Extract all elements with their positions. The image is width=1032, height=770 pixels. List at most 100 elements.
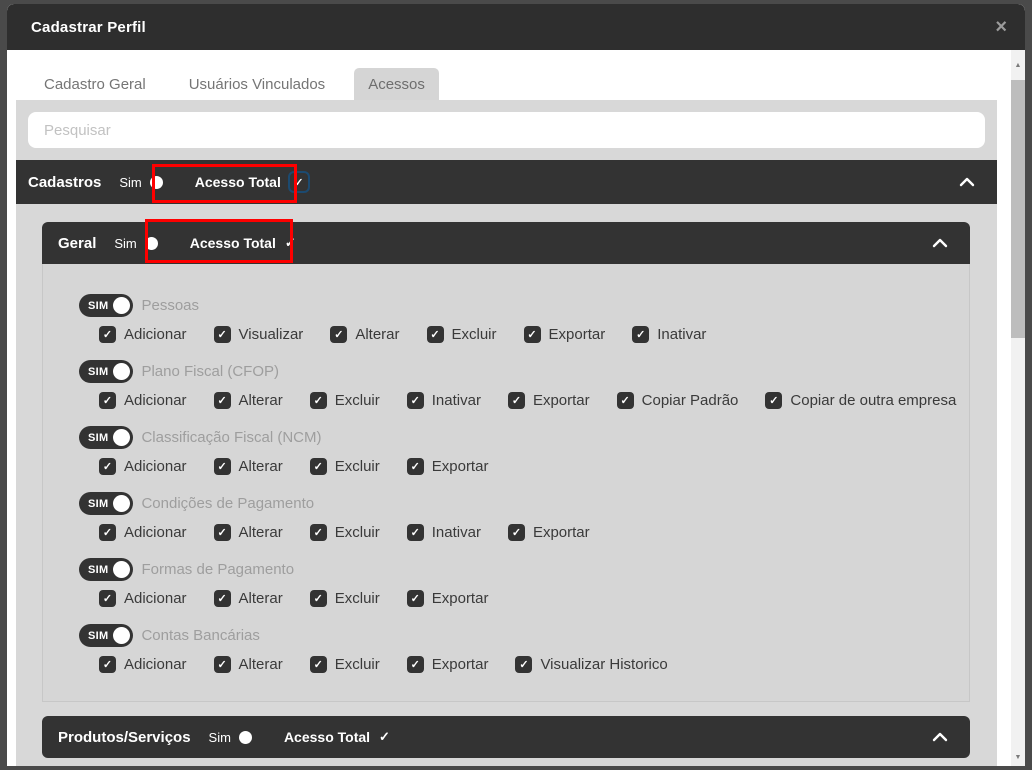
scrollbar-thumb[interactable]: [1011, 80, 1025, 338]
permission-checkbox-item[interactable]: ✓ Excluir: [309, 524, 380, 541]
search-input[interactable]: [28, 112, 985, 148]
permission-checkbox-item[interactable]: ✓ Excluir: [426, 326, 497, 343]
close-icon[interactable]: ×: [995, 17, 1007, 37]
permission-checkbox-item[interactable]: ✓ Exportar: [507, 524, 590, 541]
checked-checkbox-icon[interactable]: ✓: [99, 326, 116, 343]
subsection-header-geral[interactable]: Geral Sim Acesso Total ✓: [42, 222, 970, 264]
checked-checkbox-icon[interactable]: ✓: [507, 392, 525, 409]
permission-checkboxes: ✓ Adicionar ✓ Alterar ✓ Excluir ✓ Export…: [99, 656, 969, 673]
checked-checkbox-icon[interactable]: ✓: [213, 524, 231, 541]
checked-checkbox-icon[interactable]: ✓: [99, 590, 116, 607]
chevron-up-icon[interactable]: [932, 238, 948, 248]
checked-checkbox-icon[interactable]: ✓: [309, 392, 327, 409]
permission-checkbox-item[interactable]: ✓ Copiar de outra empresa: [765, 392, 956, 409]
permission-checkbox-item[interactable]: ✓ Alterar: [213, 524, 283, 541]
checked-checkbox-icon[interactable]: ✓: [406, 590, 424, 607]
permission-checkbox-item[interactable]: ✓ Copiar Padrão: [616, 392, 739, 409]
subsection-header-produtos-servicos[interactable]: Produtos/Serviços Sim Acesso Total ✓: [42, 716, 970, 758]
tab-usuarios-vinculados[interactable]: Usuários Vinculados: [175, 68, 339, 100]
vertical-scrollbar[interactable]: ▲ ▼: [1011, 50, 1025, 766]
permission-checkbox-item[interactable]: ✓ Alterar: [213, 458, 283, 475]
chevron-up-icon[interactable]: [932, 732, 948, 742]
permission-label: Copiar Padrão: [641, 392, 739, 409]
sim-toggle-pill[interactable]: SIM: [79, 360, 134, 383]
permission-label: Exportar: [548, 326, 606, 343]
permission-checkbox-item[interactable]: ✓ Excluir: [309, 458, 380, 475]
permission-checkbox-item[interactable]: ✓ Exportar: [406, 656, 488, 673]
permission-checkbox-item[interactable]: ✓ Exportar: [406, 458, 488, 475]
sim-toggle[interactable]: [149, 175, 163, 189]
tab-cadastro-geral[interactable]: Cadastro Geral: [30, 68, 160, 100]
permission-group: SIM Plano Fiscal (CFOP) ✓ Adicionar ✓ Al…: [79, 360, 969, 409]
permission-group: SIM Contas Bancárias ✓ Adicionar ✓ Alter…: [79, 624, 969, 673]
permission-checkbox-item[interactable]: ✓ Visualizar Historico: [515, 656, 668, 673]
acesso-total-checkbox[interactable]: ✓: [290, 174, 307, 190]
permission-checkbox-item[interactable]: ✓ Adicionar: [99, 656, 187, 673]
checked-checkbox-icon[interactable]: ✓: [507, 524, 525, 541]
permission-checkbox-item[interactable]: ✓ Excluir: [309, 392, 380, 409]
permission-checkbox-item[interactable]: ✓ Exportar: [406, 590, 488, 607]
checked-checkbox-icon[interactable]: ✓: [309, 524, 327, 541]
checked-checkbox-icon[interactable]: ✓: [309, 656, 327, 673]
tab-acessos[interactable]: Acessos: [354, 68, 439, 100]
permission-checkbox-item[interactable]: ✓ Excluir: [309, 590, 380, 607]
checked-checkbox-icon[interactable]: ✓: [213, 326, 231, 343]
permission-checkbox-item[interactable]: ✓ Alterar: [213, 392, 283, 409]
sim-toggle-pill[interactable]: SIM: [79, 558, 134, 581]
permission-checkbox-item[interactable]: ✓ Inativar: [406, 392, 481, 409]
chevron-up-icon[interactable]: [959, 177, 975, 187]
checked-checkbox-icon[interactable]: ✓: [406, 656, 424, 673]
sim-toggle-pill[interactable]: SIM: [79, 492, 134, 515]
permission-checkbox-item[interactable]: ✓ Exportar: [507, 392, 590, 409]
checked-checkbox-icon[interactable]: ✓: [406, 392, 424, 409]
checked-checkbox-icon[interactable]: ✓: [406, 458, 424, 475]
permission-checkbox-item[interactable]: ✓ Alterar: [330, 326, 400, 343]
permission-checkbox-item[interactable]: ✓ Adicionar: [99, 524, 187, 541]
permission-checkbox-item[interactable]: ✓ Adicionar: [99, 458, 187, 475]
sim-toggle-pill[interactable]: SIM: [79, 624, 134, 647]
sim-toggle-pill[interactable]: SIM: [79, 426, 134, 449]
checked-checkbox-icon[interactable]: ✓: [213, 458, 231, 475]
section-header-cadastros[interactable]: Cadastros Sim Acesso Total ✓: [16, 160, 997, 204]
toggle-knob: [113, 627, 131, 644]
permission-checkbox-item[interactable]: ✓ Adicionar: [99, 590, 187, 607]
checked-checkbox-icon[interactable]: ✓: [99, 392, 116, 409]
permission-group-label: Classificação Fiscal (NCM): [141, 429, 322, 446]
checked-checkbox-icon[interactable]: ✓: [309, 458, 327, 475]
permission-checkboxes: ✓ Adicionar ✓ Alterar ✓ Excluir ✓ Inativ…: [99, 392, 969, 409]
checked-checkbox-icon[interactable]: ✓: [616, 392, 634, 409]
checked-checkbox-icon[interactable]: ✓: [330, 326, 348, 343]
permission-group: SIM Formas de Pagamento ✓ Adicionar ✓ Al…: [79, 558, 969, 607]
permission-checkbox-item[interactable]: ✓ Exportar: [523, 326, 606, 343]
checked-checkbox-icon[interactable]: ✓: [426, 326, 444, 343]
permission-checkbox-item[interactable]: ✓ Adicionar: [99, 392, 187, 409]
scroll-down-arrow-icon[interactable]: ▼: [1011, 750, 1025, 764]
sim-toggle[interactable]: [144, 236, 158, 250]
checked-checkbox-icon[interactable]: ✓: [213, 392, 231, 409]
toggle-knob: [113, 363, 131, 380]
permission-checkbox-item[interactable]: ✓ Inativar: [632, 326, 706, 343]
sim-toggle-pill[interactable]: SIM: [79, 294, 134, 317]
permission-checkbox-item[interactable]: ✓ Visualizar: [213, 326, 303, 343]
permission-checkbox-item[interactable]: ✓ Inativar: [406, 524, 481, 541]
permission-checkbox-item[interactable]: ✓ Excluir: [309, 656, 380, 673]
acesso-total-check-icon[interactable]: ✓: [285, 235, 296, 251]
checked-checkbox-icon[interactable]: ✓: [632, 326, 650, 343]
permission-checkbox-item[interactable]: ✓ Alterar: [213, 590, 283, 607]
checked-checkbox-icon[interactable]: ✓: [523, 326, 541, 343]
checked-checkbox-icon[interactable]: ✓: [309, 590, 327, 607]
scroll-up-arrow-icon[interactable]: ▲: [1011, 58, 1025, 72]
permission-checkbox-item[interactable]: ✓ Adicionar: [99, 326, 187, 343]
checked-checkbox-icon[interactable]: ✓: [515, 656, 533, 673]
checked-checkbox-icon[interactable]: ✓: [765, 392, 783, 409]
checked-checkbox-icon[interactable]: ✓: [99, 458, 116, 475]
checked-checkbox-icon[interactable]: ✓: [213, 656, 231, 673]
checked-checkbox-icon[interactable]: ✓: [406, 524, 424, 541]
sim-toggle[interactable]: [238, 730, 252, 744]
acesso-total-check-icon[interactable]: ✓: [379, 729, 390, 745]
permission-checkbox-item[interactable]: ✓ Alterar: [213, 656, 283, 673]
sim-toggle-label: SIM: [88, 629, 109, 642]
checked-checkbox-icon[interactable]: ✓: [213, 590, 231, 607]
checked-checkbox-icon[interactable]: ✓: [99, 524, 116, 541]
checked-checkbox-icon[interactable]: ✓: [99, 656, 116, 673]
